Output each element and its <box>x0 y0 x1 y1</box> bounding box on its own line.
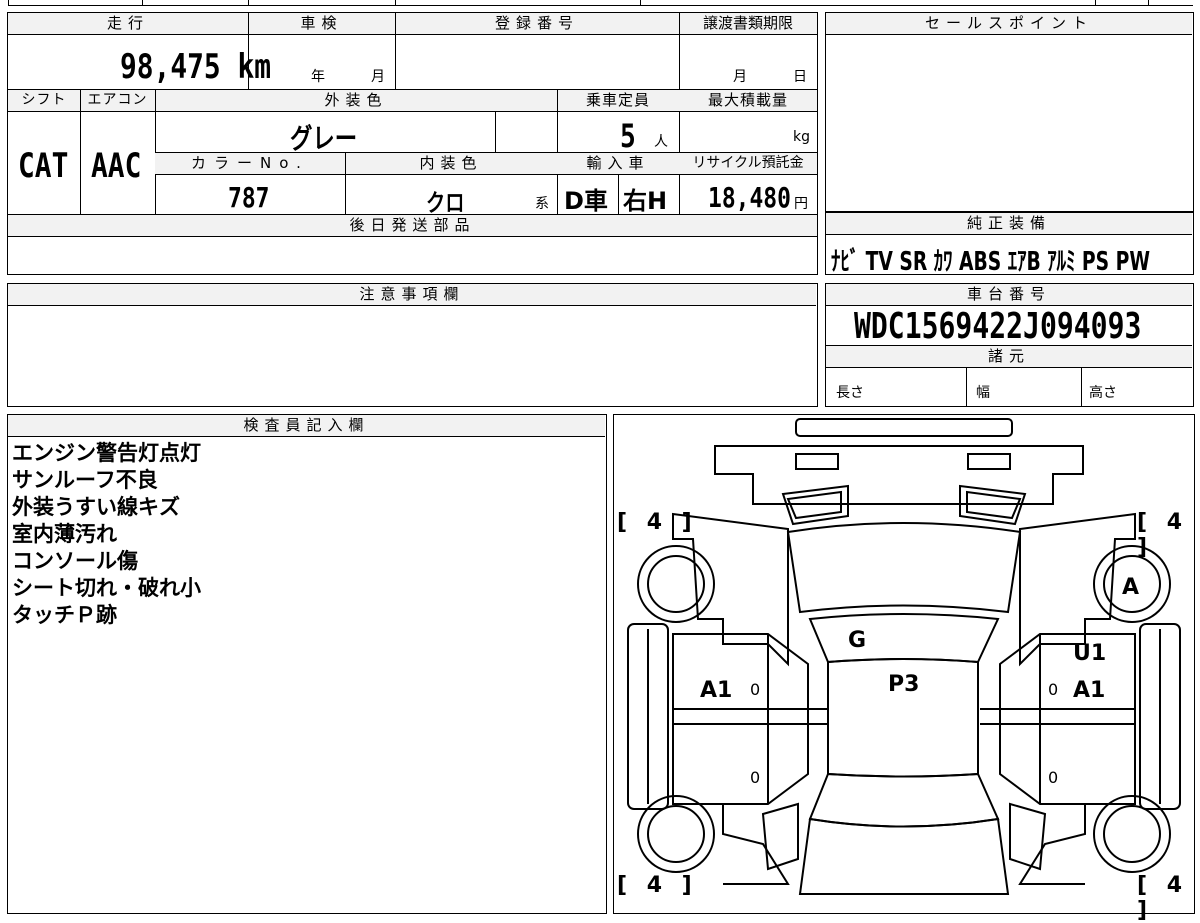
mark-windshield: G <box>848 628 867 653</box>
body-left-front <box>672 512 789 667</box>
note-item: コンソール傷 <box>12 549 138 573</box>
interior-color-header: 内装色 <box>345 153 557 175</box>
inspection-year: 年 <box>311 69 325 85</box>
main-info-table: 走行 車検 登録番号 譲渡書類期限 98,475 km 年 月 月 日 シフト … <box>7 12 818 275</box>
hood-outline <box>714 445 1084 505</box>
spec-width: 幅 <box>976 385 990 401</box>
note-item: 外装うすい線キズ <box>12 495 180 519</box>
note-item: サンルーフ不良 <box>12 468 158 492</box>
mileage-value: 98,475 km <box>120 47 272 87</box>
genuine-equipment-box: 純正装備 ﾅﾋﾞ TV SR ｶﾜ ABS ｴｱB ｱﾙﾐ PS PW <box>825 212 1194 277</box>
max-load-header: 最大積載量 <box>679 90 817 112</box>
caution-header: 注意事項欄 <box>8 284 816 306</box>
zero-mark: 0 <box>750 680 761 699</box>
front-bumper <box>795 418 1013 437</box>
note-item: シート切れ・破れ小 <box>12 576 201 600</box>
note-item: タッチＰ跡 <box>12 603 117 627</box>
mark-right-front-door: A1 <box>1073 678 1106 703</box>
shift-value: CAT <box>18 146 69 186</box>
transfer-deadline-header: 譲渡書類期限 <box>679 13 817 35</box>
aircon-header: エアコン <box>80 90 155 112</box>
genuine-equipment-value: ﾅﾋﾞ TV SR ｶﾜ ABS ｴｱB ｱﾙﾐ PS PW <box>831 247 1150 277</box>
later-parts-header: 後日発送部品 <box>8 215 817 237</box>
top-strip <box>0 0 1200 8</box>
registration-header: 登録番号 <box>395 13 679 35</box>
mileage-header: 走行 <box>8 13 248 35</box>
wheel-rear-right <box>1093 795 1171 873</box>
chassis-value: WDC1569422J094093 <box>854 306 1142 347</box>
recycle-unit: 円 <box>794 196 808 212</box>
capacity-unit: 人 <box>654 134 668 150</box>
exterior-color-header: 外装色 <box>155 90 557 112</box>
tire-rear-left-grade: [ 4 ] <box>617 873 698 898</box>
transfer-month: 月 <box>733 69 747 85</box>
zero-mark: 0 <box>750 768 761 787</box>
transfer-day: 日 <box>793 69 807 85</box>
color-no-header: カラーNo. <box>155 153 345 175</box>
inspector-notes: エンジン警告灯点灯 サンルーフ不良 外装うすい線キズ 室内薄汚れ コンソール傷 … <box>12 440 201 629</box>
interior-color-value: クロ <box>426 189 465 217</box>
interior-suffix: 系 <box>535 196 549 212</box>
wheel-front-left <box>637 545 715 623</box>
color-no-value: 787 <box>228 181 270 214</box>
sales-point-header: セールスポイント <box>826 13 1192 35</box>
spec-height: 高さ <box>1089 385 1117 401</box>
rear-window <box>808 772 1000 828</box>
spec-length: 長さ <box>836 385 864 401</box>
wheel-rear-left <box>637 795 715 873</box>
mark-right-u: U1 <box>1073 641 1107 666</box>
hood <box>786 522 1022 614</box>
headlight-left <box>795 453 839 470</box>
note-item: エンジン警告灯点灯 <box>12 441 201 465</box>
recycle-value: 18,480 <box>708 181 791 214</box>
mark-left-front-door: A1 <box>700 678 733 703</box>
specs-header: 諸元 <box>826 346 1192 368</box>
max-load-unit: kg <box>793 129 810 145</box>
windshield <box>808 613 1000 664</box>
inspector-header: 検査員記入欄 <box>8 415 605 437</box>
tire-rear-right-grade: [ 4 ] <box>1137 873 1189 923</box>
import-header: 輸入車 <box>557 153 679 175</box>
zero-mark: 0 <box>1048 680 1059 699</box>
capacity-header: 乗車定員 <box>557 90 679 112</box>
genuine-equipment-header: 純正装備 <box>826 213 1192 235</box>
headlight-right <box>967 453 1011 470</box>
shift-header: シフト <box>8 90 80 112</box>
sales-point-box: セールスポイント <box>825 12 1194 212</box>
chassis-box: 車台番号 WDC1569422J094093 諸元 長さ 幅 高さ <box>825 283 1194 407</box>
inspection-header: 車検 <box>248 13 395 35</box>
exterior-color-value: グレー <box>290 122 358 155</box>
import-value-1: D車 <box>564 187 608 215</box>
car-diagram <box>627 418 1181 895</box>
caution-box: 注意事項欄 <box>7 283 818 407</box>
tire-front-right-grade: [ 4 ] <box>1137 510 1189 560</box>
chassis-header: 車台番号 <box>826 284 1192 306</box>
tire-front-left-grade: [ 4 ] <box>617 510 698 535</box>
trunk <box>798 817 1010 895</box>
mark-roof: P3 <box>888 672 920 697</box>
mark-wheel-right: A <box>1122 575 1140 600</box>
import-value-2: 右H <box>623 187 668 215</box>
note-item: 室内薄汚れ <box>12 522 117 546</box>
inspection-month: 月 <box>371 69 385 85</box>
zero-mark: 0 <box>1048 768 1059 787</box>
recycle-header: リサイクル預託金 <box>679 153 817 175</box>
capacity-value: 5 <box>620 117 636 155</box>
aircon-value: AAC <box>91 146 142 186</box>
